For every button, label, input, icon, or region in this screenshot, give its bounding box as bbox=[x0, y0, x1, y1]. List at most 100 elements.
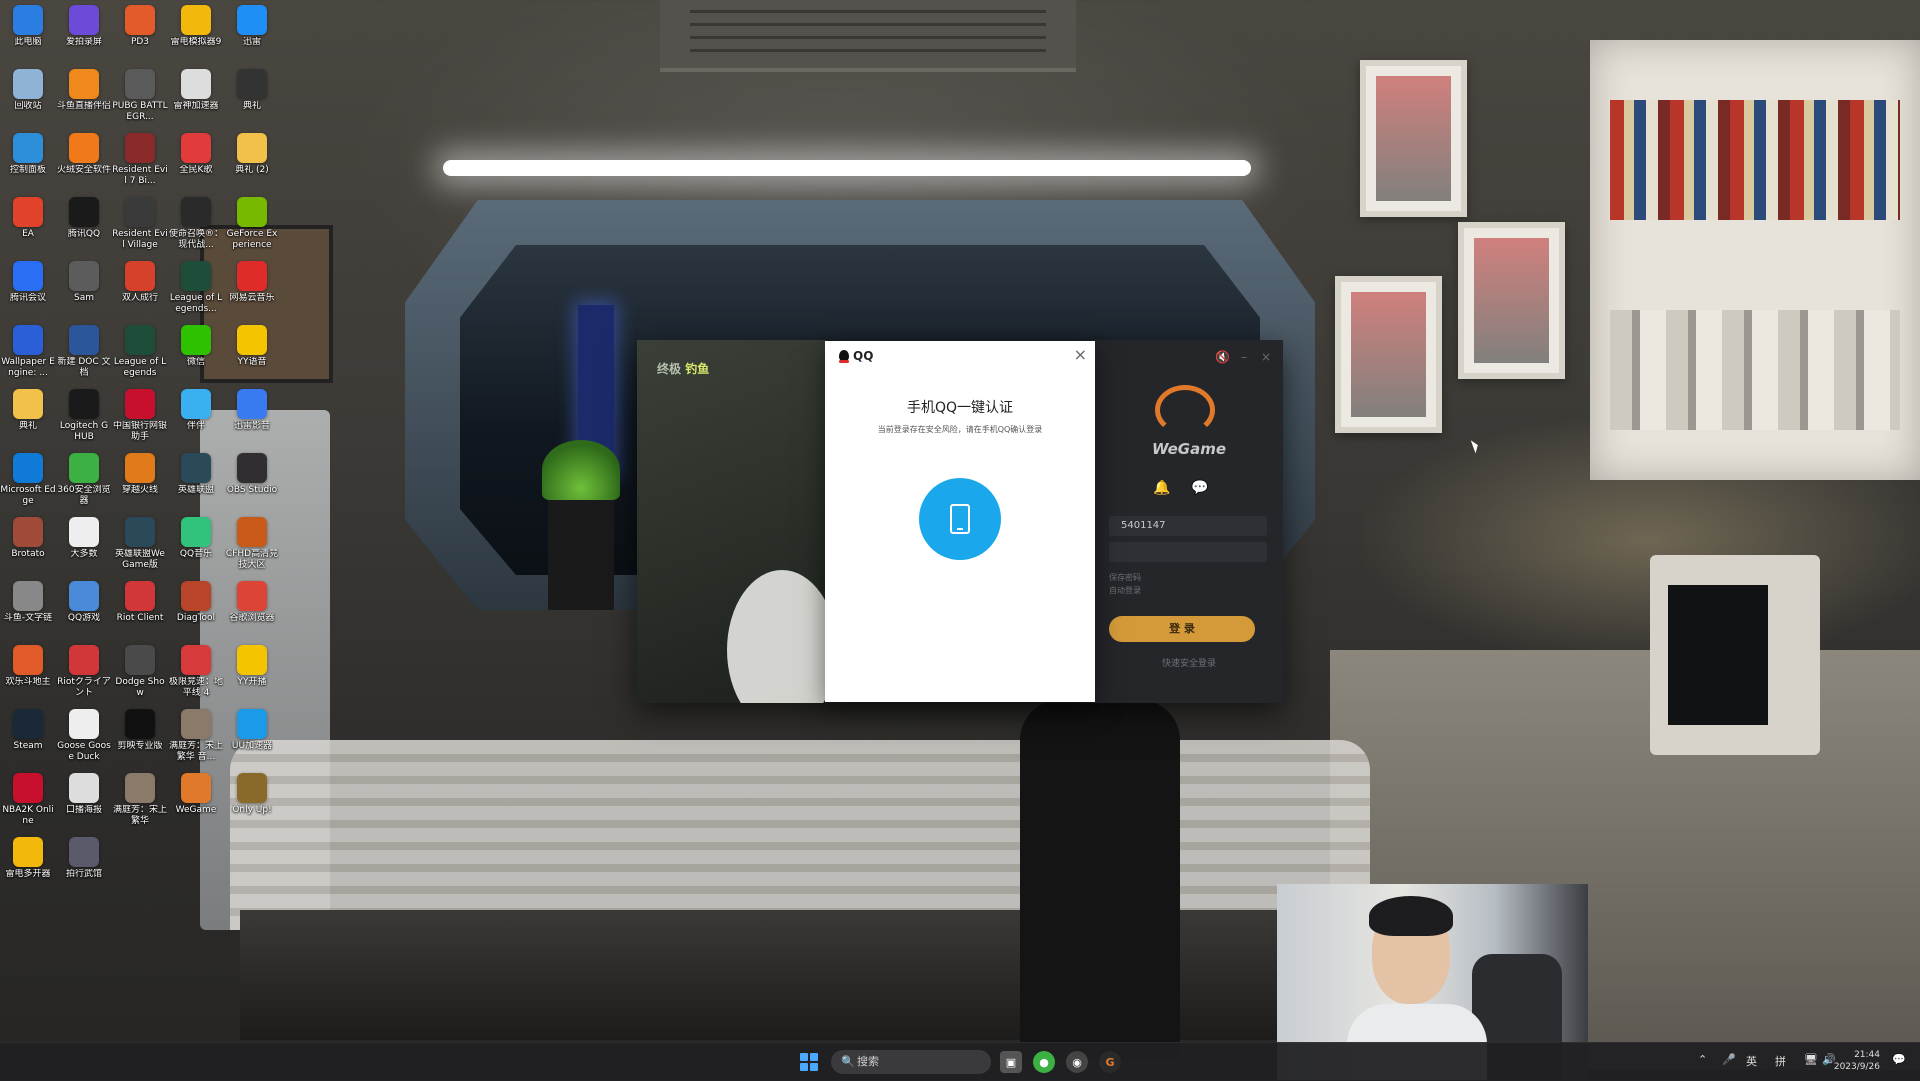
desktop-icon[interactable]: OBS Studio bbox=[224, 450, 280, 496]
quick-login-link[interactable]: 快速安全登录 bbox=[1095, 656, 1283, 669]
desktop-icon[interactable]: 新建 DOC 文档 bbox=[56, 322, 112, 379]
desktop-icon[interactable]: 雷电模拟器9 bbox=[168, 2, 224, 48]
remember-password-checkbox[interactable]: 保存密码 bbox=[1109, 572, 1141, 583]
desktop-icon[interactable]: 伴伴 bbox=[168, 386, 224, 432]
desktop-icon[interactable]: 使命召唤®：现代战... bbox=[168, 194, 224, 251]
qq-auth-dialog: QQ × 手机QQ一键认证 当前登录存在安全风险，请在手机QQ确认登录 bbox=[825, 341, 1095, 702]
app-icon bbox=[69, 453, 99, 483]
taskbar-app-chrome-icon[interactable]: ◉ bbox=[1066, 1051, 1088, 1073]
desktop-icon[interactable]: Resident Evil Village bbox=[112, 194, 168, 251]
desktop-icon[interactable]: Resident Evil 7 Bi... bbox=[112, 130, 168, 187]
password-input[interactable] bbox=[1109, 542, 1267, 562]
taskbar-app-wegame-icon[interactable]: G bbox=[1099, 1051, 1121, 1073]
qq-login-icon[interactable]: 🔔 bbox=[1153, 480, 1170, 496]
desktop-icon[interactable]: 迅雷影音 bbox=[224, 386, 280, 432]
desktop-icon-label: 迅雷 bbox=[242, 37, 261, 47]
desktop-icon[interactable]: Steam bbox=[0, 706, 56, 752]
desktop-icon[interactable]: 剪映专业版 bbox=[112, 706, 168, 752]
desktop-icon[interactable]: YY开播 bbox=[224, 642, 280, 688]
desktop-icon[interactable]: Wallpaper Engine: ... bbox=[0, 322, 56, 379]
desktop-icon[interactable]: Only Up! bbox=[224, 770, 280, 816]
desktop-icon[interactable]: 英雄联盟WeGame版 bbox=[112, 514, 168, 571]
desktop-icon[interactable]: 穿越火线 bbox=[112, 450, 168, 496]
desktop-icon[interactable]: PUBG BATTLEGR... bbox=[112, 66, 168, 123]
desktop-icon[interactable]: 网易云音乐 bbox=[224, 258, 280, 304]
desktop-icon[interactable]: 满庭芳：宋上繁华 音... bbox=[168, 706, 224, 763]
tray-chevron-up-icon[interactable]: ⌃ bbox=[1698, 1053, 1707, 1066]
desktop-icon[interactable]: 雷电多开器 bbox=[0, 834, 56, 880]
desktop-icon[interactable]: 中国银行网银助手 bbox=[112, 386, 168, 443]
taskbar-app-cube-icon[interactable]: ▣ bbox=[1000, 1051, 1022, 1073]
desktop-icon[interactable]: QQ音乐 bbox=[168, 514, 224, 560]
desktop-icon[interactable]: Goose Goose Duck bbox=[56, 706, 112, 763]
desktop-icon[interactable]: 极限竞速：地平线 4 bbox=[168, 642, 224, 699]
app-icon bbox=[69, 133, 99, 163]
desktop-icon[interactable]: 斗鱼直播伴侣 bbox=[56, 66, 112, 112]
desktop-icon[interactable]: DiagTool bbox=[168, 578, 224, 624]
desktop-icon[interactable]: NBA2K Online bbox=[0, 770, 56, 827]
desktop-icon[interactable]: 谷歌浏览器 bbox=[224, 578, 280, 624]
notification-icon[interactable]: 💬 bbox=[1892, 1053, 1906, 1066]
desktop-icon[interactable]: PD3 bbox=[112, 2, 168, 48]
tray-ime-mode[interactable]: 拼 bbox=[1775, 1053, 1786, 1069]
tray-network-icon[interactable]: 🖥 bbox=[1804, 1053, 1818, 1066]
desktop-icon[interactable]: 爱拍录屏 bbox=[56, 2, 112, 48]
desktop-icon[interactable]: 火绒安全软件 bbox=[56, 130, 112, 176]
app-icon bbox=[69, 645, 99, 675]
desktop-icon[interactable]: Microsoft Edge bbox=[0, 450, 56, 507]
desktop-icon[interactable]: 典礼 bbox=[224, 66, 280, 112]
taskbar-app-360-browser-icon[interactable]: ● bbox=[1033, 1051, 1055, 1073]
desktop-icon[interactable]: QQ游戏 bbox=[56, 578, 112, 624]
taskbar-clock[interactable]: 21:44 2023/9/26 bbox=[1834, 1049, 1880, 1073]
close-button[interactable]: × bbox=[1261, 350, 1271, 364]
desktop-icon[interactable]: 此电脑 bbox=[0, 2, 56, 48]
desktop-icon[interactable]: 腾讯会议 bbox=[0, 258, 56, 304]
mobile-confirm-button[interactable] bbox=[919, 478, 1001, 560]
desktop-icon[interactable]: CFHD高清竞技大区 bbox=[224, 514, 280, 571]
desktop-icon[interactable]: 斗鱼-文字链 bbox=[0, 578, 56, 624]
desktop-icon[interactable]: 满庭芳：宋上繁华 bbox=[112, 770, 168, 827]
desktop-icon[interactable]: YY语音 bbox=[224, 322, 280, 368]
desktop-icon[interactable]: 双人成行 bbox=[112, 258, 168, 304]
desktop-icon[interactable]: 口播海报 bbox=[56, 770, 112, 816]
desktop-icon[interactable]: 典礼 bbox=[0, 386, 56, 432]
speaker-mute-icon[interactable]: 🔇 bbox=[1215, 350, 1230, 364]
qq-close-button[interactable]: × bbox=[1074, 345, 1087, 364]
desktop-icon[interactable]: 拍行武馆 bbox=[56, 834, 112, 880]
desktop-icon[interactable]: 大多数 bbox=[56, 514, 112, 560]
desktop-icon[interactable]: Riotクライアント bbox=[56, 642, 112, 699]
start-button[interactable] bbox=[800, 1053, 818, 1071]
desktop-icon[interactable]: League of Legends... bbox=[168, 258, 224, 315]
account-input[interactable]: 5401147 bbox=[1109, 516, 1267, 536]
desktop-icon[interactable]: UU加速器 bbox=[224, 706, 280, 752]
desktop-icon[interactable]: League of Legends bbox=[112, 322, 168, 379]
taskbar-search[interactable]: 🔍 搜索 bbox=[831, 1050, 991, 1074]
desktop-icon[interactable]: 欢乐斗地主 bbox=[0, 642, 56, 688]
tray-ime-language[interactable]: 英 bbox=[1746, 1053, 1757, 1069]
desktop-icon[interactable]: 回收站 bbox=[0, 66, 56, 112]
desktop-icon[interactable]: Brotato bbox=[0, 514, 56, 560]
desktop-icon[interactable]: GeForce Experience bbox=[224, 194, 280, 251]
desktop-icon[interactable]: Dodge Show bbox=[112, 642, 168, 699]
desktop-icon[interactable]: 英雄联盟 bbox=[168, 450, 224, 496]
desktop-icon[interactable]: EA bbox=[0, 194, 56, 240]
desktop-icon[interactable]: 控制面板 bbox=[0, 130, 56, 176]
desktop-icon[interactable]: 迅雷 bbox=[224, 2, 280, 48]
wegame-banner-tag: 终极 钓鱼 bbox=[657, 362, 710, 376]
app-icon bbox=[181, 581, 211, 611]
desktop-icon[interactable]: 微信 bbox=[168, 322, 224, 368]
auto-login-checkbox[interactable]: 自动登录 bbox=[1109, 585, 1141, 596]
login-button[interactable]: 登 录 bbox=[1109, 616, 1255, 642]
desktop-icon[interactable]: Logitech G HUB bbox=[56, 386, 112, 443]
desktop-icon[interactable]: WeGame bbox=[168, 770, 224, 816]
desktop-icon[interactable]: 典礼 (2) bbox=[224, 130, 280, 176]
desktop-icon[interactable]: 360安全浏览器 bbox=[56, 450, 112, 507]
desktop-icon[interactable]: 腾讯QQ bbox=[56, 194, 112, 240]
desktop-icon[interactable]: Riot Client bbox=[112, 578, 168, 624]
desktop-icon[interactable]: Sam bbox=[56, 258, 112, 304]
desktop-icon[interactable]: 雷神加速器 bbox=[168, 66, 224, 112]
tray-microphone-icon[interactable]: 🎤 bbox=[1722, 1053, 1736, 1066]
minimize-button[interactable]: – bbox=[1241, 350, 1247, 364]
wechat-login-icon[interactable]: 💬 bbox=[1191, 480, 1208, 496]
desktop-icon[interactable]: 全民K歌 bbox=[168, 130, 224, 176]
